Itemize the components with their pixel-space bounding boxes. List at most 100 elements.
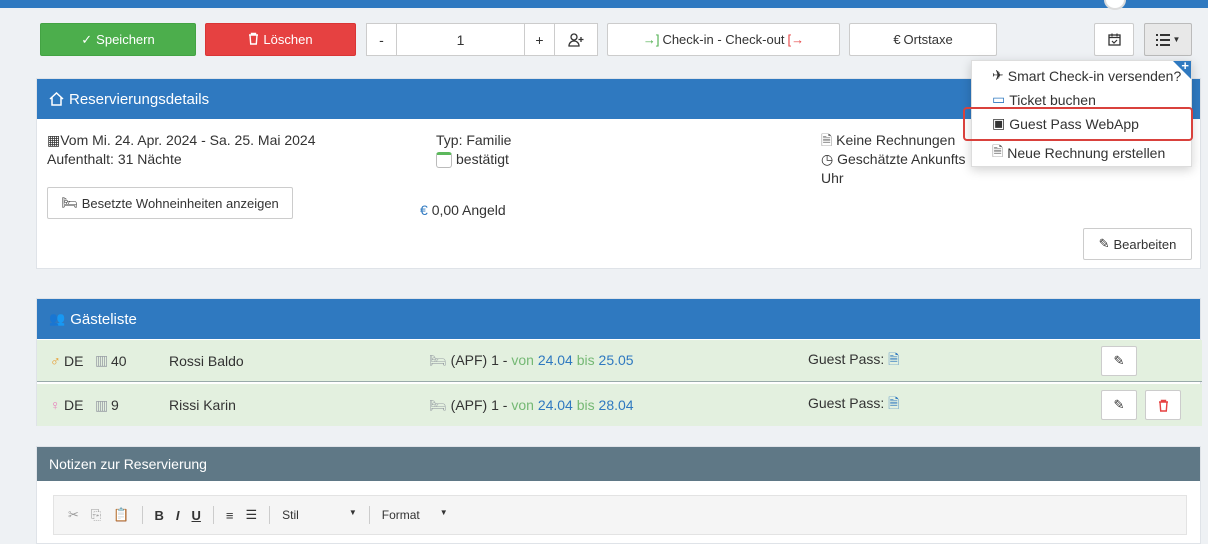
menu-item-guest-pass[interactable]: ▣ Guest Pass WebApp <box>992 115 1139 132</box>
logout-icon: [→ <box>787 32 805 47</box>
guest-row[interactable]: ♀ DE ▥ 9 Rissi Karin 🛏 (APF) 1 - von 24.… <box>37 384 1202 426</box>
toolbar-divider <box>269 506 271 524</box>
bed-icon: 🛏 <box>61 195 78 210</box>
add-user-icon <box>568 32 584 47</box>
estimated-arrival-unit: Uhr <box>821 170 844 186</box>
pencil-icon: ✎ <box>1098 236 1110 251</box>
invoices-label: Keine Rechnungen <box>836 132 956 148</box>
bed-icon: 🛏 <box>429 396 447 413</box>
ticket-icon: ▭ <box>992 91 1006 107</box>
checkin-checkout-button[interactable]: →] Check-in - Check-out [→ <box>607 23 840 56</box>
toolbar-divider <box>212 506 214 524</box>
confirmed-status: bestätigt <box>436 150 509 169</box>
guest-list-header: 👥 Gästeliste <box>37 299 1200 339</box>
confirmed-label: bestätigt <box>456 151 509 167</box>
pdf-icon[interactable]: 🗎 <box>888 395 899 411</box>
pdf-icon[interactable]: 🗎 <box>888 351 899 367</box>
show-occupied-units-label: Besetzte Wohneinheiten anzeigen <box>81 195 279 211</box>
confirmed-checkbox[interactable] <box>436 151 452 168</box>
toolbar-divider <box>141 506 143 524</box>
checkin-checkout-label: Check-in - Check-out <box>662 32 785 47</box>
stepper-value[interactable]: 1 <box>397 24 524 55</box>
more-actions-menu-button[interactable]: ▼ <box>1144 23 1192 56</box>
estimated-arrival: ◷ Geschätzte Ankunfts <box>821 150 966 169</box>
guest-row[interactable]: ♂ DE ▥ 40 Rossi Baldo 🛏 (APF) 1 - von 24… <box>37 340 1202 382</box>
users-icon: 👥 <box>49 311 66 326</box>
edit-guest-button[interactable]: ✎ <box>1101 390 1137 420</box>
id-card-icon: ▣ <box>992 115 1006 131</box>
copy-icon[interactable]: ⎘ <box>91 507 101 523</box>
stepper-plus-button[interactable]: + <box>524 24 554 55</box>
female-icon: ♀ <box>50 397 61 413</box>
invoices-status: 🗎 Keine Rechnungen <box>821 131 955 150</box>
deposit: € 0,00 Angeld <box>420 201 506 220</box>
guest-country: DE <box>64 352 84 369</box>
euro-icon: € <box>420 202 428 218</box>
trash-icon <box>1158 399 1168 412</box>
delete-button-label: Löschen <box>263 32 313 47</box>
reservation-notes-title: Notizen zur Reservierung <box>49 456 207 472</box>
edit-guest-button[interactable]: ✎ <box>1101 346 1137 376</box>
edit-button-label: Bearbeiten <box>1113 236 1177 252</box>
editor-toolbar: ✂ ⎘ 📋 B I U ≡ ☰ Stil ▼ Format ▼ <box>53 495 1187 535</box>
age-icon: ▥ <box>95 396 109 413</box>
guest-pass: Guest Pass: 🗎 <box>808 350 900 367</box>
pencil-icon: ✎ <box>1113 397 1125 412</box>
caret-down-icon: ▼ <box>439 508 448 517</box>
guest-age: 9 <box>111 397 119 413</box>
invoice-icon: 🗎 <box>992 143 1004 159</box>
trash-icon <box>248 32 259 48</box>
paste-icon[interactable]: 📋 <box>113 507 129 523</box>
bulleted-list-icon[interactable]: ☰ <box>246 507 258 523</box>
reservation-notes-header: Notizen zur Reservierung <box>37 447 1200 481</box>
reservation-details-title: Reservierungsdetails <box>69 90 210 108</box>
guest-age: 40 <box>111 352 127 369</box>
reservation-notes-panel: Notizen zur Reservierung ✂ ⎘ 📋 B I U ≡ ☰… <box>36 446 1201 544</box>
guest-list-title: Gästeliste <box>70 310 137 328</box>
bed-icon: 🛏 <box>429 352 447 368</box>
delete-guest-button[interactable] <box>1145 390 1181 420</box>
guest-unit: 🛏 (APF) 1 - von 24.04 bis 28.04 <box>429 396 634 413</box>
clock-icon: ◷ <box>821 151 834 167</box>
pencil-icon: ✎ <box>1113 353 1125 368</box>
menu-item-new-invoice[interactable]: 🗎 Neue Rechnung erstellen <box>992 141 1165 165</box>
numbered-list-icon[interactable]: ≡ <box>226 508 234 523</box>
calendar-check-icon <box>1107 33 1121 46</box>
add-guest-button[interactable] <box>554 24 597 55</box>
list-icon <box>1155 33 1170 46</box>
format-dropdown[interactable]: Format ▼ <box>382 508 448 522</box>
calendar-icon: ▦ <box>47 132 61 148</box>
style-dropdown[interactable]: Stil ▼ <box>282 508 357 522</box>
male-icon: ♂ <box>50 352 61 369</box>
paper-plane-icon: ✈ <box>992 67 1004 83</box>
edit-button[interactable]: ✎ Bearbeiten <box>1083 228 1192 260</box>
tourist-tax-button[interactable]: € Ortstaxe <box>849 23 997 56</box>
invoice-icon: 🗎 <box>821 132 833 148</box>
stay-length: Aufenthalt: 31 Nächte <box>47 151 182 167</box>
italic-button[interactable]: I <box>176 508 180 523</box>
underline-button[interactable]: U <box>192 508 201 523</box>
guest-pass: Guest Pass: 🗎 <box>808 395 900 411</box>
home-icon <box>49 92 64 106</box>
reservation-type: Typ: Familie <box>436 132 512 148</box>
calendar-button[interactable] <box>1094 23 1134 56</box>
guest-name[interactable]: Rissi Karin <box>169 397 236 413</box>
guest-list-panel: 👥 Gästeliste ♂ DE ▥ 40 Rossi Baldo 🛏 (AP… <box>36 298 1202 426</box>
deposit-label: 0,00 Angeld <box>431 202 506 218</box>
cut-icon[interactable]: ✂ <box>68 507 79 523</box>
caret-down-icon: ▼ <box>348 508 357 517</box>
save-button[interactable]: ✓ Speichern <box>40 23 196 56</box>
delete-button[interactable]: Löschen <box>205 23 356 56</box>
menu-item-smart-checkin[interactable]: ✈ Smart Check-in versenden? <box>992 67 1181 84</box>
bold-button[interactable]: B <box>155 508 164 523</box>
date-range: ▦Vom Mi. 24. Apr. 2024 - Sa. 25. Mai 202… <box>47 132 316 148</box>
user-avatar[interactable] <box>1104 0 1126 10</box>
toolbar-divider <box>368 506 370 524</box>
euro-icon: € <box>893 32 901 47</box>
guest-unit: 🛏 (APF) 1 - von 24.04 bis 25.05 <box>429 352 634 368</box>
stepper-minus-button[interactable]: - <box>367 24 397 55</box>
guest-name[interactable]: Rossi Baldo <box>169 353 244 369</box>
guest-country: DE <box>64 397 84 413</box>
show-occupied-units-button[interactable]: 🛏 Besetzte Wohneinheiten anzeigen <box>47 187 293 219</box>
menu-item-book-ticket[interactable]: ▭ Ticket buchen <box>992 91 1096 108</box>
